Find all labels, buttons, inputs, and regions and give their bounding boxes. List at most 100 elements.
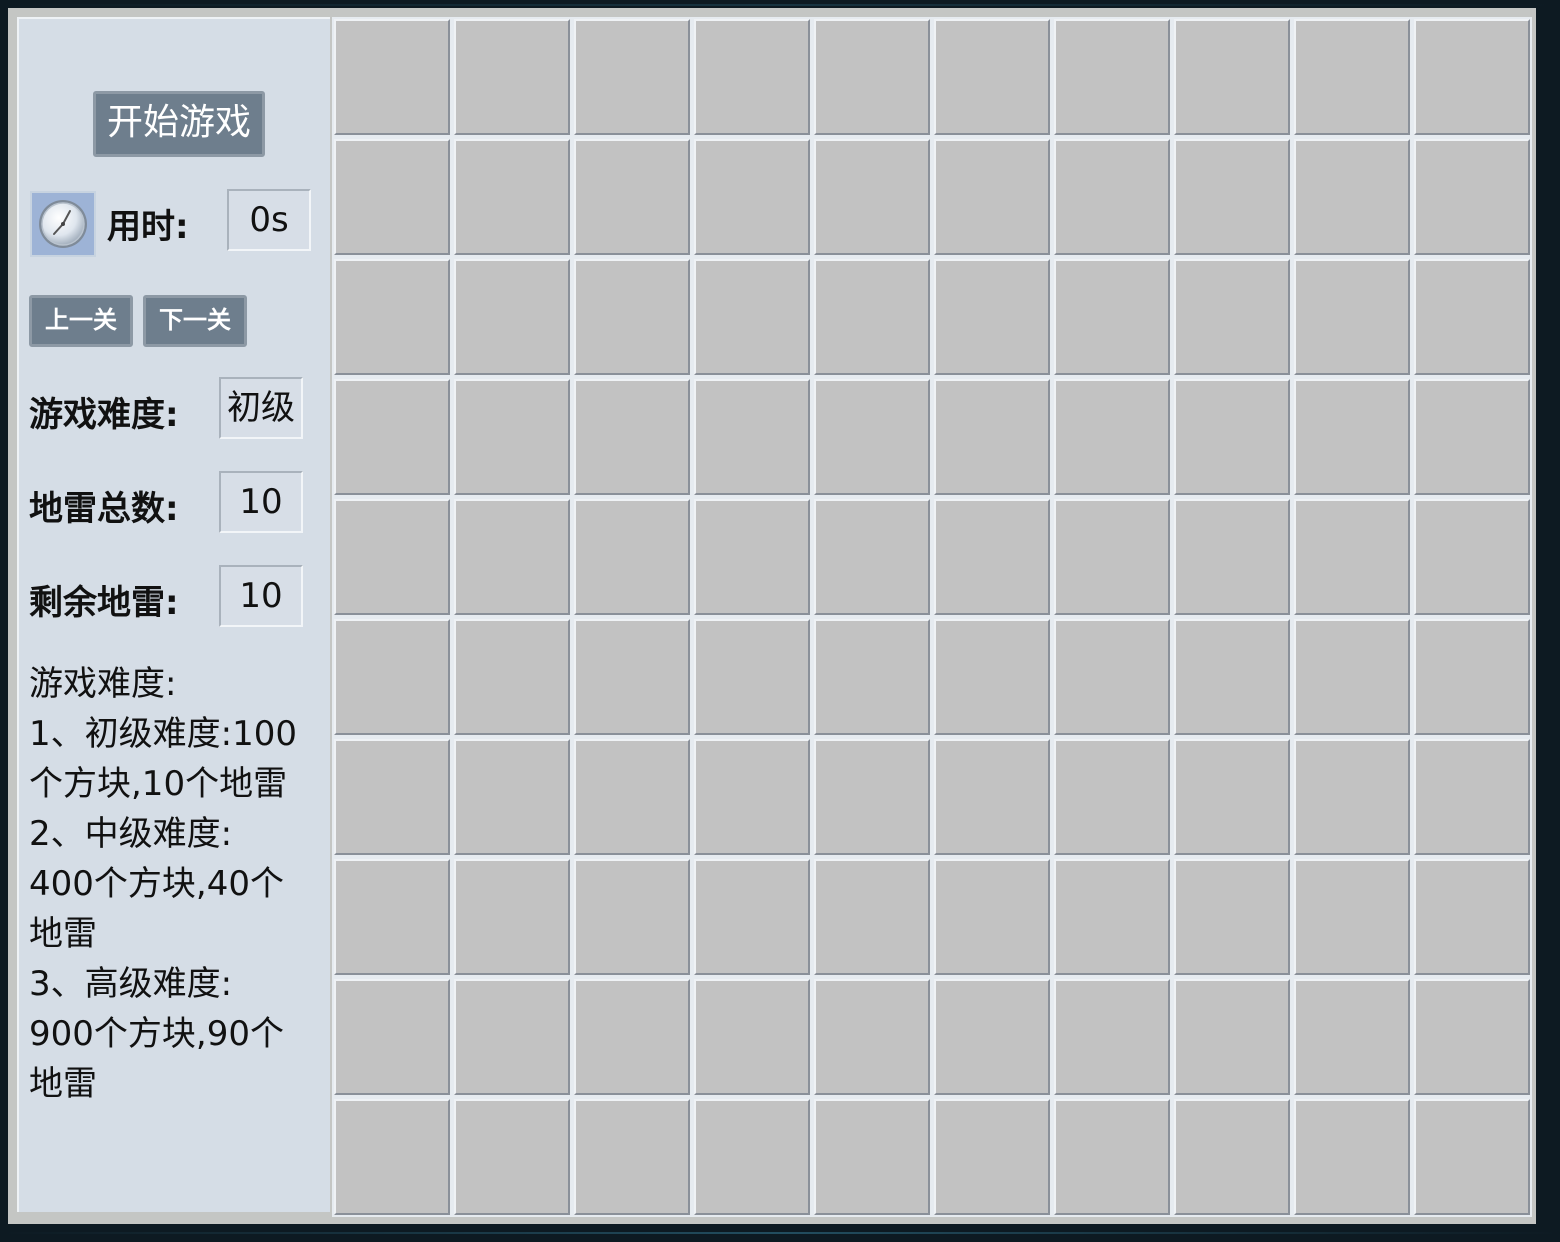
mine-cell[interactable]	[334, 19, 450, 135]
mine-cell[interactable]	[574, 259, 690, 375]
mine-cell[interactable]	[454, 499, 570, 615]
mine-cell[interactable]	[574, 619, 690, 735]
mine-cell[interactable]	[574, 979, 690, 1095]
mine-cell[interactable]	[934, 139, 1050, 255]
mine-cell[interactable]	[1054, 19, 1170, 135]
mine-cell[interactable]	[1054, 979, 1170, 1095]
mine-cell[interactable]	[454, 739, 570, 855]
mine-cell[interactable]	[1054, 379, 1170, 495]
mine-cell[interactable]	[1414, 139, 1530, 255]
mine-cell[interactable]	[934, 1099, 1050, 1215]
mine-cell[interactable]	[1294, 379, 1410, 495]
mine-cell[interactable]	[334, 859, 450, 975]
next-level-button[interactable]: 下一关	[143, 295, 247, 347]
mine-cell[interactable]	[1174, 139, 1290, 255]
mine-cell[interactable]	[1174, 979, 1290, 1095]
mine-cell[interactable]	[1414, 979, 1530, 1095]
mine-cell[interactable]	[1294, 1099, 1410, 1215]
mine-cell[interactable]	[574, 499, 690, 615]
mine-cell[interactable]	[694, 499, 810, 615]
mine-cell[interactable]	[1414, 739, 1530, 855]
mine-cell[interactable]	[1054, 739, 1170, 855]
mine-cell[interactable]	[934, 499, 1050, 615]
mine-cell[interactable]	[1054, 1099, 1170, 1215]
mine-cell[interactable]	[1174, 1099, 1290, 1215]
mine-cell[interactable]	[694, 19, 810, 135]
mine-cell[interactable]	[694, 739, 810, 855]
mine-cell[interactable]	[1294, 619, 1410, 735]
mine-cell[interactable]	[814, 379, 930, 495]
mine-cell[interactable]	[454, 979, 570, 1095]
mine-cell[interactable]	[934, 259, 1050, 375]
mine-cell[interactable]	[1054, 859, 1170, 975]
mine-cell[interactable]	[334, 979, 450, 1095]
mine-cell[interactable]	[1174, 379, 1290, 495]
mine-cell[interactable]	[1054, 499, 1170, 615]
mine-cell[interactable]	[334, 139, 450, 255]
prev-level-button[interactable]: 上一关	[29, 295, 133, 347]
mine-cell[interactable]	[694, 139, 810, 255]
mine-cell[interactable]	[454, 1099, 570, 1215]
mine-cell[interactable]	[1414, 19, 1530, 135]
mine-cell[interactable]	[334, 739, 450, 855]
mine-cell[interactable]	[574, 1099, 690, 1215]
mine-cell[interactable]	[334, 499, 450, 615]
mine-cell[interactable]	[574, 859, 690, 975]
mine-cell[interactable]	[1174, 619, 1290, 735]
mine-cell[interactable]	[694, 859, 810, 975]
mine-cell[interactable]	[1414, 1099, 1530, 1215]
mine-cell[interactable]	[934, 19, 1050, 135]
mine-cell[interactable]	[1174, 499, 1290, 615]
mine-cell[interactable]	[814, 1099, 930, 1215]
mine-cell[interactable]	[814, 499, 930, 615]
mine-cell[interactable]	[1294, 19, 1410, 135]
mine-cell[interactable]	[1414, 259, 1530, 375]
mine-cell[interactable]	[454, 859, 570, 975]
mine-cell[interactable]	[1414, 619, 1530, 735]
mine-cell[interactable]	[334, 259, 450, 375]
mine-cell[interactable]	[934, 739, 1050, 855]
mine-cell[interactable]	[574, 739, 690, 855]
start-game-button[interactable]: 开始游戏	[93, 91, 265, 157]
mine-cell[interactable]	[814, 859, 930, 975]
mine-cell[interactable]	[1174, 739, 1290, 855]
mine-cell[interactable]	[934, 379, 1050, 495]
mine-cell[interactable]	[454, 19, 570, 135]
mine-cell[interactable]	[814, 739, 930, 855]
mine-cell[interactable]	[1414, 379, 1530, 495]
mine-cell[interactable]	[1294, 499, 1410, 615]
mine-cell[interactable]	[934, 859, 1050, 975]
mine-cell[interactable]	[814, 619, 930, 735]
mine-cell[interactable]	[574, 19, 690, 135]
mine-cell[interactable]	[694, 379, 810, 495]
mine-cell[interactable]	[574, 139, 690, 255]
mine-cell[interactable]	[934, 979, 1050, 1095]
mine-cell[interactable]	[694, 1099, 810, 1215]
mine-cell[interactable]	[334, 1099, 450, 1215]
mine-cell[interactable]	[1174, 259, 1290, 375]
mine-cell[interactable]	[694, 619, 810, 735]
mine-cell[interactable]	[574, 379, 690, 495]
mine-cell[interactable]	[814, 259, 930, 375]
mine-cell[interactable]	[454, 379, 570, 495]
mine-cell[interactable]	[1054, 259, 1170, 375]
mine-cell[interactable]	[1294, 259, 1410, 375]
mine-cell[interactable]	[1054, 139, 1170, 255]
mine-cell[interactable]	[814, 979, 930, 1095]
mine-cell[interactable]	[814, 19, 930, 135]
mine-cell[interactable]	[1294, 979, 1410, 1095]
mine-cell[interactable]	[334, 379, 450, 495]
mine-cell[interactable]	[1414, 859, 1530, 975]
mine-cell[interactable]	[694, 259, 810, 375]
mine-cell[interactable]	[694, 979, 810, 1095]
mine-cell[interactable]	[1414, 499, 1530, 615]
mine-cell[interactable]	[454, 139, 570, 255]
mine-cell[interactable]	[1294, 139, 1410, 255]
mine-cell[interactable]	[1294, 739, 1410, 855]
mine-cell[interactable]	[334, 619, 450, 735]
mine-cell[interactable]	[454, 619, 570, 735]
mine-cell[interactable]	[1174, 19, 1290, 135]
mine-cell[interactable]	[1174, 859, 1290, 975]
mine-cell[interactable]	[454, 259, 570, 375]
mine-cell[interactable]	[1294, 859, 1410, 975]
